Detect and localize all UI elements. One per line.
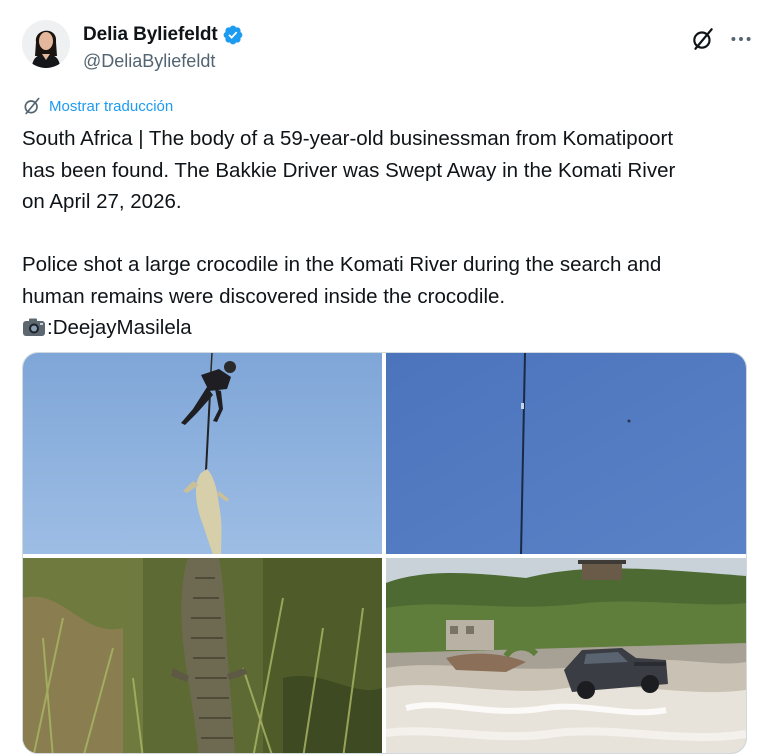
tweet-line: Police shot a large crocodile in the Kom… [22,253,662,276]
more-icon[interactable] [728,26,754,52]
tweet-line: on April 27, 2026. [22,190,182,213]
photo-crocodile-airlift[interactable] [23,353,382,554]
tweet-line: South Africa | The body of a 59-year-old… [22,127,674,150]
author-handle[interactable]: @DeliaByliefeldt [83,51,244,72]
tweet-text: South Africa | The body of a 59-year-old… [22,123,752,344]
grok-icon[interactable] [690,26,716,52]
avatar[interactable] [22,20,70,68]
photo-credit-text[interactable]: :DeejayMasilela [47,316,192,339]
tweet-line: has been found. The Bakkie Driver was Sw… [22,158,676,182]
tweet-line: human remains were discovered inside the… [22,284,506,308]
tweet-header: Delia Byliefeldt @DeliaByliefeldt [22,16,754,76]
author-block: Delia Byliefeldt @DeliaByliefeldt [83,23,244,72]
display-name[interactable]: Delia Byliefeldt [83,24,218,46]
photo-credit: :DeejayMasilela [22,312,752,344]
camera-icon [23,318,45,336]
translate-icon [24,97,40,115]
show-translation-label[interactable]: Mostrar traducción [49,98,173,115]
paragraph-break [22,218,752,250]
photo-crocodile-in-grass[interactable] [23,558,382,753]
photo-sky-cable[interactable] [386,353,746,554]
media-grid [22,352,747,754]
header-actions [690,26,754,52]
photo-bakkie-in-river[interactable] [386,558,746,753]
show-translation-link[interactable]: Mostrar traducción [22,96,173,116]
verified-badge-icon [223,25,243,45]
